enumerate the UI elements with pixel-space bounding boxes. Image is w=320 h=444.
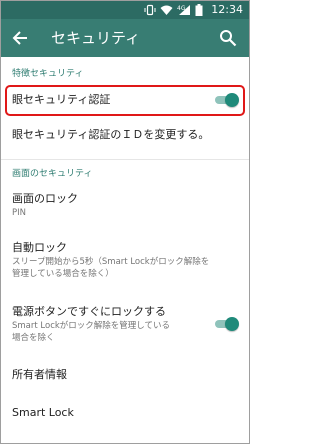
auto-lock-subtitle-line2: 管理している場合を除く） xyxy=(12,269,114,279)
power-lock-subtitle-line1: Smart Lockがロック解除を管理している xyxy=(12,321,171,331)
section-header-screen: 画面のセキュリティ xyxy=(12,169,93,179)
screen-lock-subtitle: PIN xyxy=(12,208,26,218)
toggle-thumb xyxy=(225,317,239,331)
power-lock-row[interactable]: 電源ボタンですぐにロックする Smart Lockがロック解除を管理している 場… xyxy=(1,299,249,351)
screen-lock-title: 画面のロック xyxy=(12,192,78,205)
back-arrow-icon[interactable] xyxy=(11,29,29,47)
screen-lock-row[interactable]: 画面のロック PIN xyxy=(1,186,249,226)
status-bar: 4G 12:34 xyxy=(1,1,249,19)
section-header-special: 特徴セキュリティ xyxy=(12,69,84,79)
smart-lock-row[interactable]: Smart Lock xyxy=(1,397,249,429)
network-label: 4G xyxy=(177,5,186,12)
power-lock-title: 電源ボタンですぐにロックする xyxy=(12,305,166,318)
status-icons: 4G xyxy=(144,3,203,16)
battery-icon xyxy=(195,1,203,20)
divider xyxy=(1,159,249,160)
vibrate-icon xyxy=(144,1,156,20)
wifi-icon xyxy=(160,1,173,20)
change-id-title: 眼セキュリティ認証のＩＤを変更する。 xyxy=(12,128,210,141)
search-icon[interactable] xyxy=(219,29,237,47)
power-lock-toggle[interactable] xyxy=(213,316,239,332)
owner-info-row[interactable]: 所有者情報 xyxy=(1,359,249,391)
owner-info-title: 所有者情報 xyxy=(12,368,67,381)
signal-4g-icon: 4G xyxy=(177,1,191,20)
phone-screen: 4G 12:34 セキュリティ 特徴セキュリティ 眼セキュリティ認証 眼セキュリ… xyxy=(0,0,250,444)
auto-lock-subtitle-line1: スリープ開始から5秒（Smart Lockがロック解除を xyxy=(12,257,210,267)
page-title: セキュリティ xyxy=(51,29,141,47)
smart-lock-title: Smart Lock xyxy=(12,406,74,419)
clock: 12:34 xyxy=(211,3,243,16)
highlight-box xyxy=(5,85,245,116)
power-lock-subtitle-line2: 場合を除く xyxy=(12,333,55,343)
auto-lock-row[interactable]: 自動ロック スリープ開始から5秒（Smart Lockがロック解除を 管理してい… xyxy=(1,235,249,287)
auto-lock-title: 自動ロック xyxy=(12,241,67,254)
change-id-row[interactable]: 眼セキュリティ認証のＩＤを変更する。 xyxy=(1,118,249,154)
app-bar: セキュリティ xyxy=(1,19,249,57)
